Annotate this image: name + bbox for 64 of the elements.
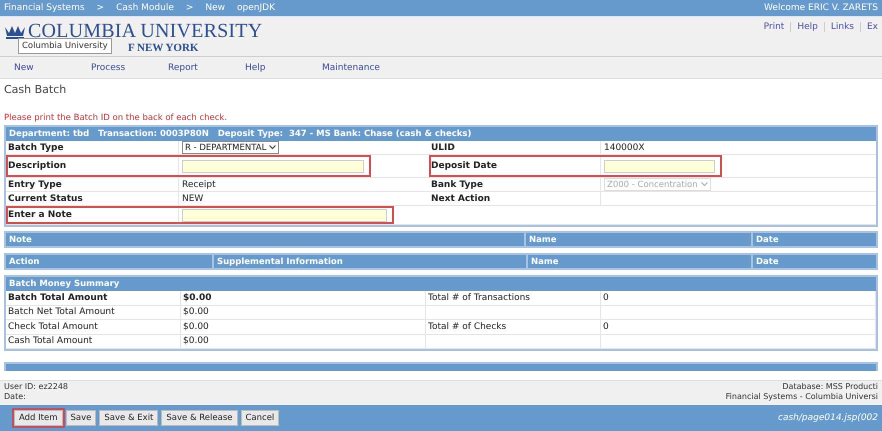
header-link[interactable]: Print <box>764 22 784 32</box>
field-value: 140000X <box>604 142 645 152</box>
date-text: Date: <box>4 392 26 402</box>
field-value: NEW <box>182 194 204 204</box>
batch-type-select[interactable]: R - DEPARTMENTAL <box>182 141 280 154</box>
field-label: ULID <box>429 141 601 154</box>
field-label: Current Status <box>6 192 179 205</box>
field-label: Batch Type <box>6 141 179 154</box>
menu-item[interactable]: Report <box>168 62 245 72</box>
input-field[interactable] <box>182 208 387 222</box>
header-link[interactable]: Links <box>830 22 854 32</box>
action-button[interactable]: Add Item <box>14 410 63 426</box>
field-label: Entry Type <box>6 178 179 191</box>
action-button[interactable]: Cancel <box>240 410 280 426</box>
column-header: Name <box>528 255 751 268</box>
summary-label: Batch Total Amount <box>6 291 181 304</box>
database-text: Database: MSS Producti <box>782 382 878 392</box>
notice-text: Please print the Batch ID on the back of each check. <box>4 113 228 123</box>
menu-item[interactable]: New <box>14 62 91 72</box>
column-header: Note <box>6 233 524 246</box>
action-button[interactable]: Save <box>66 410 96 426</box>
chevron-icon <box>700 182 708 187</box>
summary-label: Total # of Transactions <box>426 291 601 304</box>
field-label: Deposit Date <box>429 155 601 177</box>
input-field[interactable] <box>604 160 715 172</box>
field-label: Bank Type <box>429 178 601 191</box>
column-header: Action <box>6 255 212 268</box>
section-header: Batch Money Summary <box>6 277 876 291</box>
column-header: Date <box>753 255 876 268</box>
tooltip: Columbia University <box>18 38 112 54</box>
summary-label: Check Total Amount <box>6 320 181 334</box>
menu-item[interactable]: Help <box>245 62 322 72</box>
logo-subtitle: F NEW YORK <box>128 41 200 55</box>
chevron-icon <box>269 145 276 150</box>
column-header: Name <box>526 233 751 246</box>
summary-label: Total # of Checks <box>426 320 601 334</box>
action-button[interactable]: Save & Release <box>161 410 238 426</box>
system-text: Financial Systems - Columbia Universi <box>726 392 878 402</box>
summary-label: Batch Net Total Amount <box>6 306 181 319</box>
summary-value: 0 <box>601 291 876 304</box>
summary-label: Cash Total Amount <box>6 334 181 348</box>
summary-value: 0 <box>601 320 876 334</box>
header-link[interactable]: Ex <box>866 22 878 32</box>
field-label: Description <box>6 155 179 177</box>
action-button[interactable]: Save & Exit <box>99 410 158 426</box>
summary-value: $0.00 <box>181 306 426 319</box>
header-link[interactable]: Help <box>797 22 818 32</box>
summary-value: $0.00 <box>181 320 426 334</box>
page-path: cash/page014.jsp(002 <box>778 413 878 423</box>
field-label: Enter a Note <box>6 206 179 224</box>
summary-value: $0.00 <box>181 291 426 304</box>
field-value: Receipt <box>182 180 216 190</box>
column-header: Supplemental Information <box>214 255 526 268</box>
page-title: Cash Batch <box>4 83 68 98</box>
menu-item[interactable]: Process <box>91 62 168 72</box>
column-header: Date <box>753 233 876 246</box>
welcome-text: Welcome ERIC V. ZARETS <box>764 3 878 13</box>
input-field[interactable] <box>182 160 364 172</box>
menu-item[interactable]: Maintenance <box>322 62 399 72</box>
section-header: Department: tbd Transaction: 0003P80N Deposit Type: 347 - MS Bank: Chase (cash & checks) <box>6 127 876 141</box>
user-id-text: User ID: ez2248 <box>4 382 68 392</box>
summary-value: $0.00 <box>181 334 426 348</box>
field-label: Next Action <box>429 192 601 205</box>
logo-title: COLUMBIA UNIVERSITY <box>28 21 262 41</box>
